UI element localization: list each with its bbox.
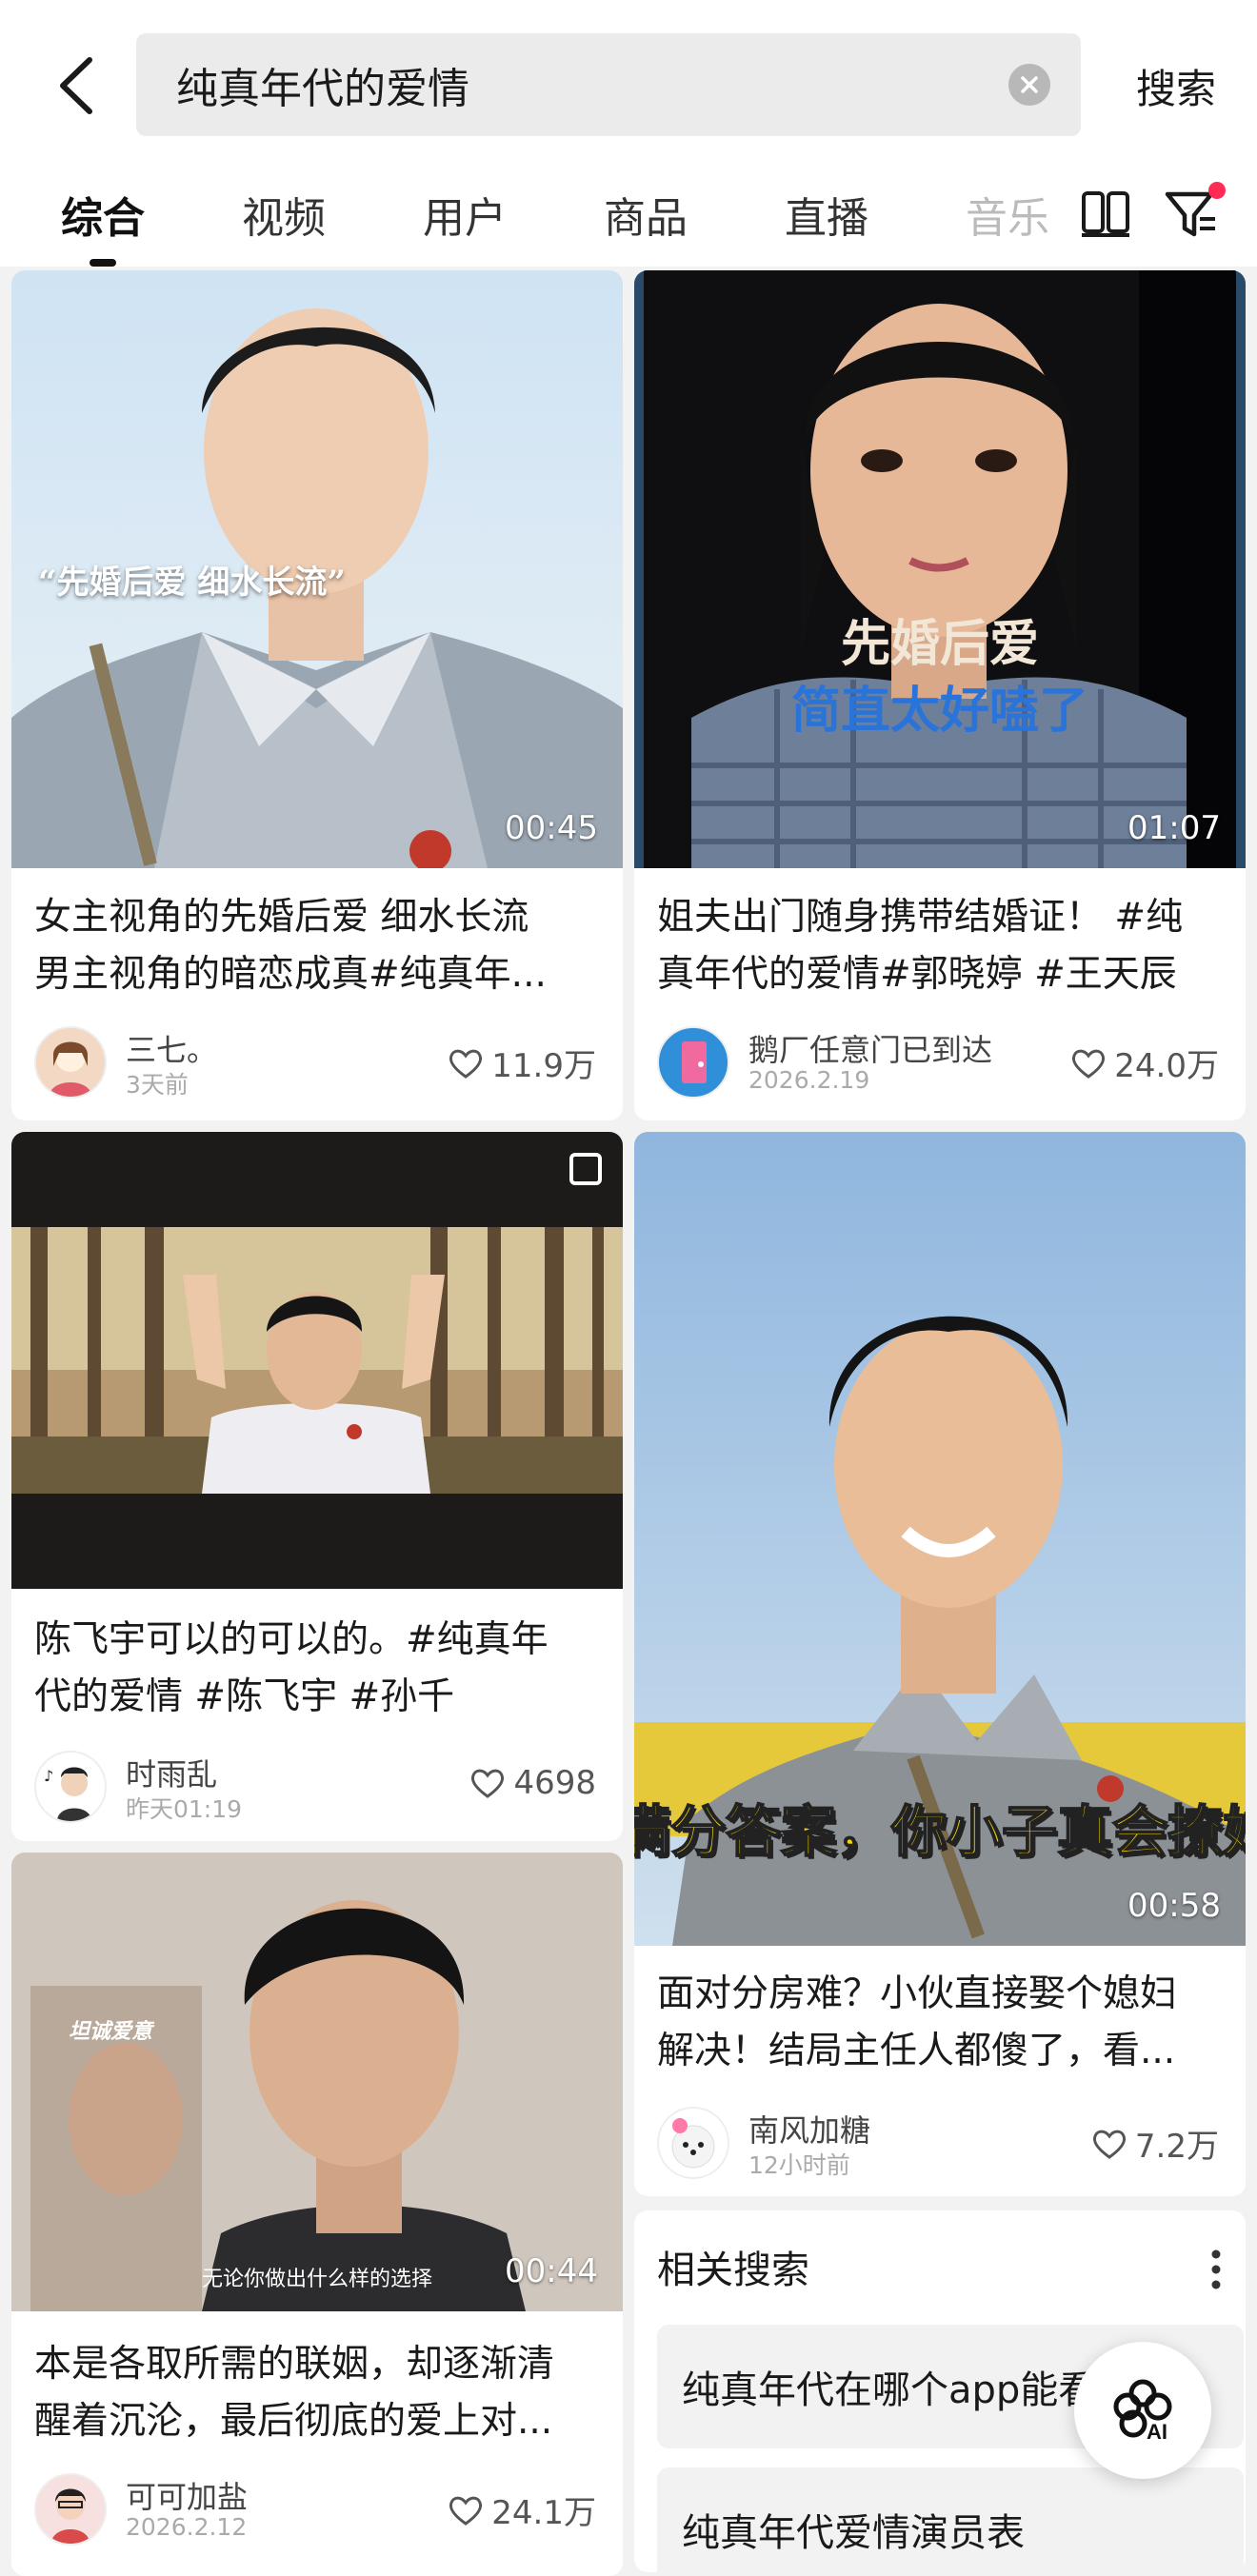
video-title-line: 解决！结局主任人都傻了，看...	[657, 2030, 1176, 2072]
video-thumbnail: 坦诚爱意 无论你做出什么样的选择 00:44	[11, 1853, 623, 2311]
video-thumbnail: 先婚后爱 简直太好嗑了 01:07	[634, 270, 1246, 868]
video-title-line: 女主视角的先婚后爱 细水长流	[34, 896, 529, 939]
like-button[interactable]: 24.1万	[448, 2487, 596, 2533]
video-title-line: 陈飞宇可以的可以的。#纯真年	[34, 1618, 549, 1661]
tab-users[interactable]: 用户	[409, 176, 520, 252]
like-count: 11.9万	[491, 1047, 596, 1085]
video-card[interactable]: 陈飞宇可以的可以的。#纯真年 代的爱情 #陈飞宇 #孙千 ♪ 时雨乱 昨天01:…	[11, 1132, 623, 1841]
video-duration: 01:07	[1127, 809, 1221, 847]
video-thumbnail: 满分答案，你小子真会撩妹 00:58	[634, 1132, 1246, 1946]
heart-icon	[1092, 2130, 1126, 2159]
video-title-line: 醒着沉沦，最后彻底的爱上对...	[34, 2400, 553, 2443]
author-name: 鹅厂任意门已到达	[748, 1032, 993, 1068]
thumbnail-watermark: 坦诚爱意	[69, 2019, 153, 2044]
video-title-line: 姐夫出门随身携带结婚证！ #纯	[657, 896, 1184, 939]
heart-icon	[1072, 1049, 1106, 1079]
author-name: 时雨乱	[126, 1756, 218, 1793]
video-card[interactable]: 满分答案，你小子真会撩妹 00:58 面对分房难？小伙直接娶个媳妇 解决！结局主…	[634, 1132, 1246, 2196]
video-title: 姐夫出门随身携带结婚证！ #纯 真年代的爱情#郭晓婷 #王天辰	[657, 889, 1228, 1003]
video-duration: 00:44	[505, 2252, 598, 2290]
video-title-line: 真年代的爱情#郭晓婷 #王天辰	[657, 953, 1177, 996]
thumbnail-caption: “先婚后爱 细水长流”	[38, 564, 346, 602]
video-title: 本是各取所需的联姻，却逐渐清 醒着沉沦，最后彻底的爱上对...	[34, 2336, 606, 2450]
post-time: 12小时前	[748, 2151, 850, 2179]
category-tabs: 综合 视频 用户 商品 直播 音乐	[0, 176, 1257, 262]
ai-assistant-button[interactable]: AI	[1074, 2342, 1211, 2479]
video-card[interactable]: 先婚后爱 简直太好嗑了 01:07 姐夫出门随身携带结婚证！ #纯 真年代的爱情…	[634, 270, 1246, 1120]
like-count: 24.0万	[1114, 1047, 1219, 1085]
post-time: 昨天01:19	[126, 1795, 243, 1823]
layout-toggle-button[interactable]	[1079, 186, 1132, 239]
thumbnail-caption: 简直太好嗑了	[790, 682, 1088, 740]
post-time: 2026.2.12	[126, 2513, 248, 2541]
search-input[interactable]: 纯真年代的爱情	[136, 33, 1081, 136]
video-thumbnail	[11, 1132, 623, 1589]
like-button[interactable]: 4698	[469, 1764, 596, 1802]
tab-products[interactable]: 商品	[590, 176, 701, 252]
thumbnail-caption: 先婚后爱	[840, 615, 1039, 673]
video-card[interactable]: 坦诚爱意 无论你做出什么样的选择 00:44 本是各取所需的联姻，却逐渐清 醒着…	[11, 1853, 623, 2576]
double-column-icon	[1082, 191, 1129, 237]
like-count: 24.1万	[491, 2494, 596, 2532]
active-tab-indicator	[90, 259, 116, 267]
thumbnail-caption: 满分答案，你小子真会撩妹	[634, 1798, 1246, 1865]
tab-video[interactable]: 视频	[229, 176, 339, 252]
more-options-button[interactable]	[1211, 2249, 1221, 2290]
video-duration: 00:45	[505, 809, 598, 847]
avatar[interactable]	[657, 2107, 729, 2179]
post-time: 2026.2.19	[748, 1066, 870, 1094]
video-title: 面对分房难？小伙直接娶个媳妇 解决！结局主任人都傻了，看...	[657, 1966, 1228, 2080]
multi-image-icon	[569, 1153, 602, 1185]
video-thumbnail: “先婚后爱 细水长流” 00:45	[11, 270, 623, 868]
back-button[interactable]	[38, 38, 114, 133]
author-name: 可可加盐	[126, 2479, 249, 2515]
video-title: 陈飞宇可以的可以的。#纯真年 代的爱情 #陈飞宇 #孙千	[34, 1612, 606, 1726]
video-duration: 00:58	[1127, 1887, 1221, 1925]
filter-icon	[1165, 182, 1226, 237]
video-title-line: 面对分房难？小伙直接娶个媳妇	[657, 1972, 1178, 2015]
close-icon	[1021, 76, 1038, 93]
like-button[interactable]: 24.0万	[1070, 1040, 1219, 1086]
search-button[interactable]: 搜索	[1109, 48, 1243, 124]
avatar[interactable]	[34, 1026, 107, 1099]
svg-text:♪: ♪	[44, 1767, 53, 1785]
like-button[interactable]: 7.2万	[1091, 2120, 1219, 2167]
tab-comprehensive[interactable]: 综合	[48, 176, 158, 252]
ai-label: AI	[1147, 2420, 1167, 2444]
clear-search-button[interactable]	[1008, 64, 1050, 106]
search-query: 纯真年代的爱情	[176, 65, 469, 113]
avatar[interactable]	[657, 1026, 729, 1099]
avatar[interactable]	[34, 2473, 107, 2546]
tab-live[interactable]: 直播	[771, 176, 882, 252]
video-card[interactable]: “先婚后爱 细水长流” 00:45 女主视角的先婚后爱 细水长流 男主视角的暗恋…	[11, 270, 623, 1120]
heart-icon	[449, 2496, 483, 2526]
heart-icon	[449, 1049, 483, 1079]
more-vertical-icon	[1211, 2249, 1221, 2289]
tab-music[interactable]: 音乐	[952, 176, 1063, 252]
like-count: 4698	[513, 1764, 596, 1802]
video-title-line: 男主视角的暗恋成真#纯真年...	[34, 953, 547, 996]
related-searches-title: 相关搜索	[657, 2249, 809, 2292]
heart-icon	[471, 1769, 505, 1798]
author-name: 南风加糖	[748, 2112, 871, 2149]
ai-flower-icon: AI	[1113, 2379, 1172, 2444]
like-button[interactable]: 11.9万	[448, 1040, 596, 1086]
post-time: 3天前	[126, 1071, 189, 1099]
video-title-line: 代的爱情 #陈飞宇 #孙千	[34, 1675, 455, 1718]
author-name: 三七。	[126, 1032, 218, 1068]
filter-button[interactable]	[1162, 181, 1228, 244]
thumbnail-caption: 无论你做出什么样的选择	[202, 2268, 433, 2291]
chevron-left-icon	[60, 57, 92, 114]
video-title-line: 本是各取所需的联姻，却逐渐清	[34, 2343, 555, 2386]
avatar[interactable]: ♪	[34, 1751, 107, 1823]
like-count: 7.2万	[1134, 2128, 1219, 2166]
video-title: 女主视角的先婚后爱 细水长流 男主视角的暗恋成真#纯真年...	[34, 889, 606, 1003]
